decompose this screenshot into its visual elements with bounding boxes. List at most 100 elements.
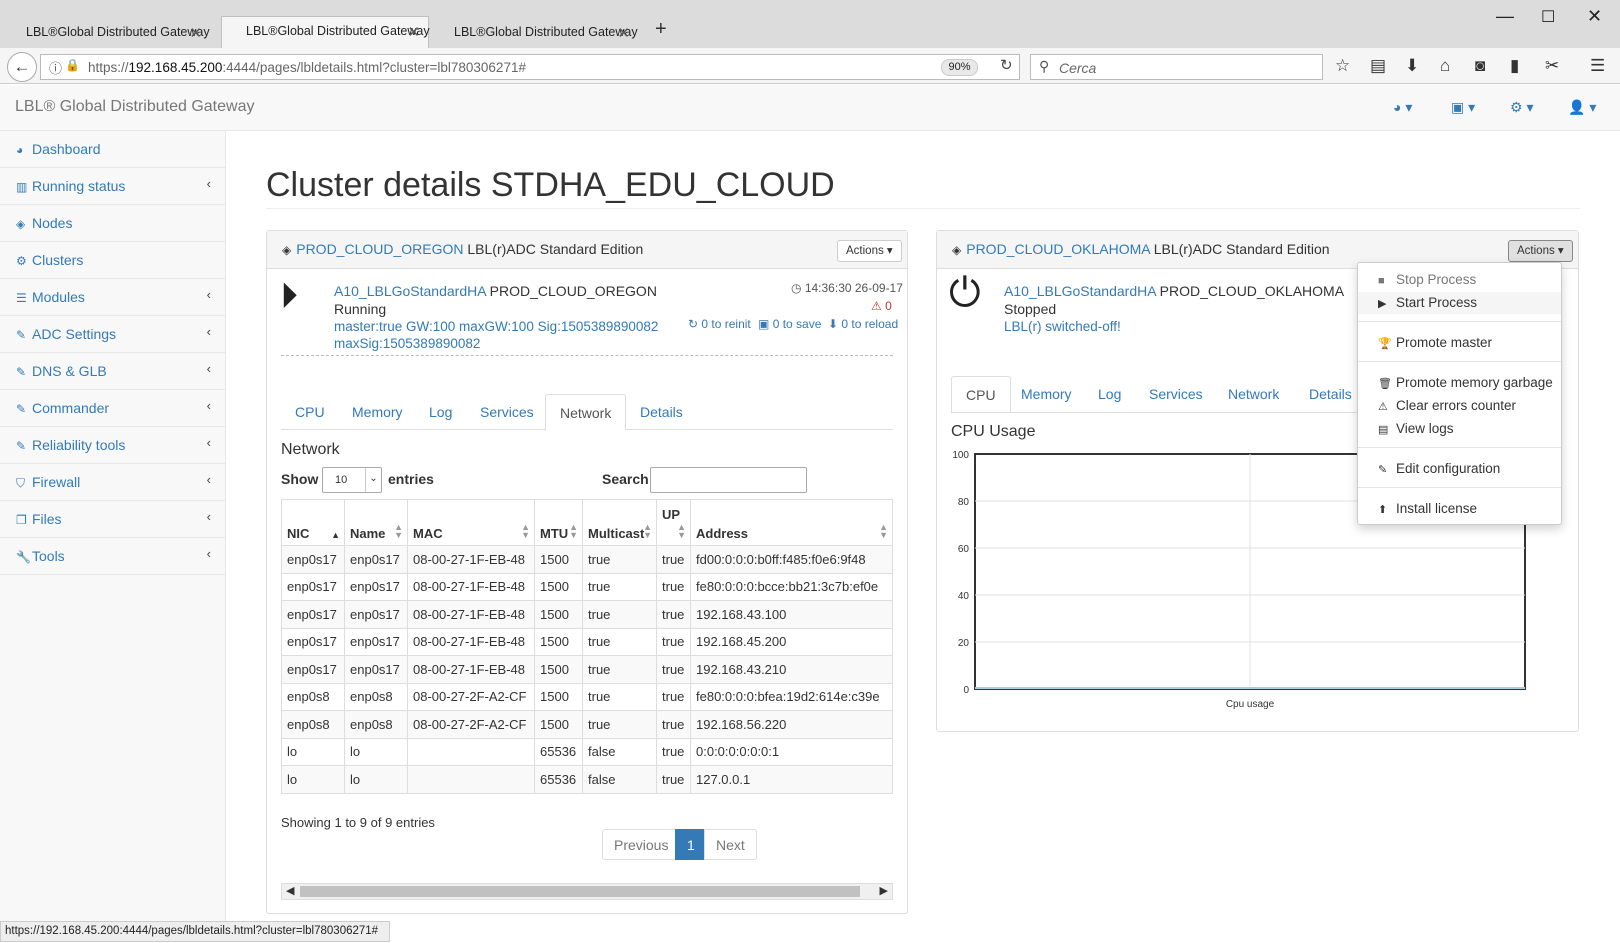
save-menu-icon[interactable]: ▣ ▾ xyxy=(1451,99,1475,116)
browser-tab-1[interactable]: LBL®Global Distributed Gateway ✕ xyxy=(2,18,210,48)
pagination-page-1[interactable]: 1 xyxy=(675,829,707,860)
sidebar-item-tools[interactable]: 🔧Tools ‹ xyxy=(0,538,225,575)
node-config-link[interactable]: A10_LBLGoStandardHA xyxy=(334,283,486,299)
url-bar[interactable]: ⓘ 🔒 https://192.168.45.200:4444/pages/lb… xyxy=(40,54,1020,80)
menu-item-edit-configuration[interactable]: ✎ Edit configuration xyxy=(1358,458,1561,480)
back-arrow-icon[interactable]: ← xyxy=(7,52,37,82)
tab-memory[interactable]: Memory xyxy=(338,394,417,430)
reinit-link[interactable]: ↻ 0 to reinit xyxy=(688,317,751,331)
actions-button[interactable]: Actions ▾ xyxy=(837,240,902,262)
entries-select[interactable]: 10 ⌄ xyxy=(322,467,382,493)
reload-link[interactable]: ⬇ 0 to reload xyxy=(828,317,898,331)
sidebar-item-adc-settings[interactable]: ✎ ADC Settings ‹ xyxy=(0,316,225,353)
sidebar-item-nodes[interactable]: ◈ Nodes xyxy=(0,205,225,242)
table-cell: lo xyxy=(344,765,408,794)
save-link[interactable]: ▣ 0 to save xyxy=(758,317,821,331)
sidebar-item-modules[interactable]: ☰ Modules ‹ xyxy=(0,279,225,316)
menu-item-view-logs[interactable]: ▤ View logs xyxy=(1358,418,1561,440)
tab-close-icon[interactable]: ✕ xyxy=(407,23,420,41)
power-icon[interactable]: ⏻ xyxy=(949,271,981,316)
menu-item-stop-process[interactable]: ■ Stop Process xyxy=(1358,269,1561,291)
menu-item-install-license[interactable]: ⬆ Install license xyxy=(1358,498,1561,520)
table-cell: true xyxy=(656,765,691,794)
tab-details[interactable]: Details xyxy=(626,394,697,430)
window-close-icon[interactable]: ✕ xyxy=(1587,6,1602,27)
col-nic[interactable]: NIC ▲ xyxy=(281,499,345,546)
new-tab-icon[interactable]: + xyxy=(655,18,667,41)
table-cell: 1500 xyxy=(534,545,583,574)
node-name-link[interactable]: PROD_CLOUD_OKLAHOMA xyxy=(966,241,1150,257)
col-multicast[interactable]: Multicast ▲ ▼ xyxy=(582,499,657,546)
info-icon[interactable]: ⓘ xyxy=(49,58,62,77)
user-menu-icon[interactable]: 👤 ▾ xyxy=(1568,99,1596,116)
play-circle-icon[interactable]: ⏵ xyxy=(280,275,298,318)
sidebar-item-files[interactable]: ❐ Files ‹ xyxy=(0,501,225,538)
tab-services[interactable]: Services xyxy=(1135,376,1217,412)
sidebar-item-clusters[interactable]: ⚙ Clusters xyxy=(0,242,225,279)
zoom-indicator[interactable]: 90% xyxy=(941,59,978,76)
gear-menu-icon[interactable]: ⚙ ▾ xyxy=(1510,99,1533,116)
extension-icon[interactable]: ▮ xyxy=(1510,56,1519,76)
app-brand[interactable]: LBL® Global Distributed Gateway xyxy=(15,98,254,116)
node-name-link[interactable]: PROD_CLOUD_OREGON xyxy=(296,241,463,257)
browser-search-input[interactable]: ⚲ Cerca xyxy=(1030,54,1323,80)
sidebar-item-reliability-tools[interactable]: ✎ Reliability tools ‹ xyxy=(0,427,225,464)
table-cell: false xyxy=(582,765,657,794)
pagination-next-button[interactable]: Next xyxy=(704,829,757,860)
menu-item-promote-master[interactable]: 🏆 Promote master xyxy=(1358,332,1561,354)
tab-services[interactable]: Services xyxy=(466,394,548,430)
menu-item-promote-memory-garbage[interactable]: 🗑 Promote memory garbage xyxy=(1358,372,1561,394)
menu-item-start-process[interactable]: ▶ Start Process xyxy=(1358,292,1561,314)
minimize-icon[interactable]: — xyxy=(1496,6,1514,27)
sidebar-item-running-status[interactable]: ▥ Running status ‹ xyxy=(0,168,225,205)
maximize-icon[interactable]: ☐ xyxy=(1541,7,1555,27)
browser-tab-2[interactable]: LBL®Global Distributed Gateway ✕ xyxy=(221,16,430,48)
col-address[interactable]: Address ▲ ▼ xyxy=(690,499,893,546)
sort-asc-icon: ▲ xyxy=(331,530,340,540)
tab-network[interactable]: Network xyxy=(1214,376,1293,412)
tab-close-icon[interactable]: ✕ xyxy=(189,24,202,42)
sort-icon: ▲ ▼ xyxy=(569,522,578,540)
col-mac[interactable]: MAC ▲ ▼ xyxy=(407,499,535,546)
tab-log[interactable]: Log xyxy=(415,394,466,430)
menu-item-clear-errors-counter[interactable]: ⚠ Clear errors counter xyxy=(1358,395,1561,417)
reading-list-icon[interactable]: ▤ xyxy=(1370,56,1386,76)
actions-button[interactable]: Actions ▾ xyxy=(1508,240,1573,262)
download-icon[interactable]: ⬇ xyxy=(1405,56,1419,76)
col-mtu[interactable]: MTU ▲ ▼ xyxy=(534,499,583,546)
tab-memory[interactable]: Memory xyxy=(1007,376,1086,412)
scroll-right-icon[interactable]: ▶ xyxy=(880,884,888,897)
tab-cpu[interactable]: CPU xyxy=(951,376,1011,413)
table-cell: lo xyxy=(281,765,345,794)
cogs-icon: ⚙ xyxy=(16,254,27,268)
tab-close-icon[interactable]: ✕ xyxy=(617,24,630,42)
col-up[interactable]: UP ▲ ▼ xyxy=(656,499,691,546)
bookmark-star-icon[interactable]: ☆ xyxy=(1335,56,1350,76)
scrollbar-thumb[interactable] xyxy=(300,886,860,897)
sidebar-item-firewall[interactable]: ⛉ Firewall ‹ xyxy=(0,464,225,501)
table-search-input[interactable] xyxy=(650,467,807,493)
sidebar-item-dashboard[interactable]: ◕ Dashboard xyxy=(0,131,225,168)
sidebar-item-dns-glb[interactable]: ✎ DNS & GLB ‹ xyxy=(0,353,225,390)
screenshot-icon[interactable]: ✂ xyxy=(1545,56,1559,76)
scroll-left-icon[interactable]: ◀ xyxy=(286,884,294,897)
pagination-previous-button[interactable]: Previous xyxy=(602,829,681,860)
horizontal-scrollbar[interactable]: ◀ ▶ xyxy=(281,883,893,900)
reload-icon[interactable]: ↻ xyxy=(1000,56,1013,74)
node-config-link[interactable]: A10_LBLGoStandardHA xyxy=(1004,283,1156,299)
dashboard-menu-icon[interactable]: ◕ ▾ xyxy=(1393,99,1412,116)
pocket-icon[interactable]: ◙ xyxy=(1475,56,1485,76)
tab-log[interactable]: Log xyxy=(1084,376,1135,412)
home-icon[interactable]: ⌂ xyxy=(1440,56,1450,76)
table-cell: 192.168.56.220 xyxy=(690,710,893,739)
sidebar-item-commander[interactable]: ✎ Commander ‹ xyxy=(0,390,225,427)
tab-network[interactable]: Network xyxy=(545,394,627,431)
chevron-down-icon: ⌄ xyxy=(365,468,381,492)
chevron-left-icon: ‹ xyxy=(206,398,211,413)
lock-warning-icon[interactable]: 🔒 xyxy=(65,58,80,72)
tab-cpu[interactable]: CPU xyxy=(281,394,339,430)
tab-details[interactable]: Details xyxy=(1295,376,1366,412)
browser-tab-3[interactable]: LBL®Global Distributed Gateway ✕ xyxy=(430,18,638,48)
col-name[interactable]: Name ▲ ▼ xyxy=(344,499,408,546)
menu-icon[interactable]: ☰ xyxy=(1590,56,1605,76)
